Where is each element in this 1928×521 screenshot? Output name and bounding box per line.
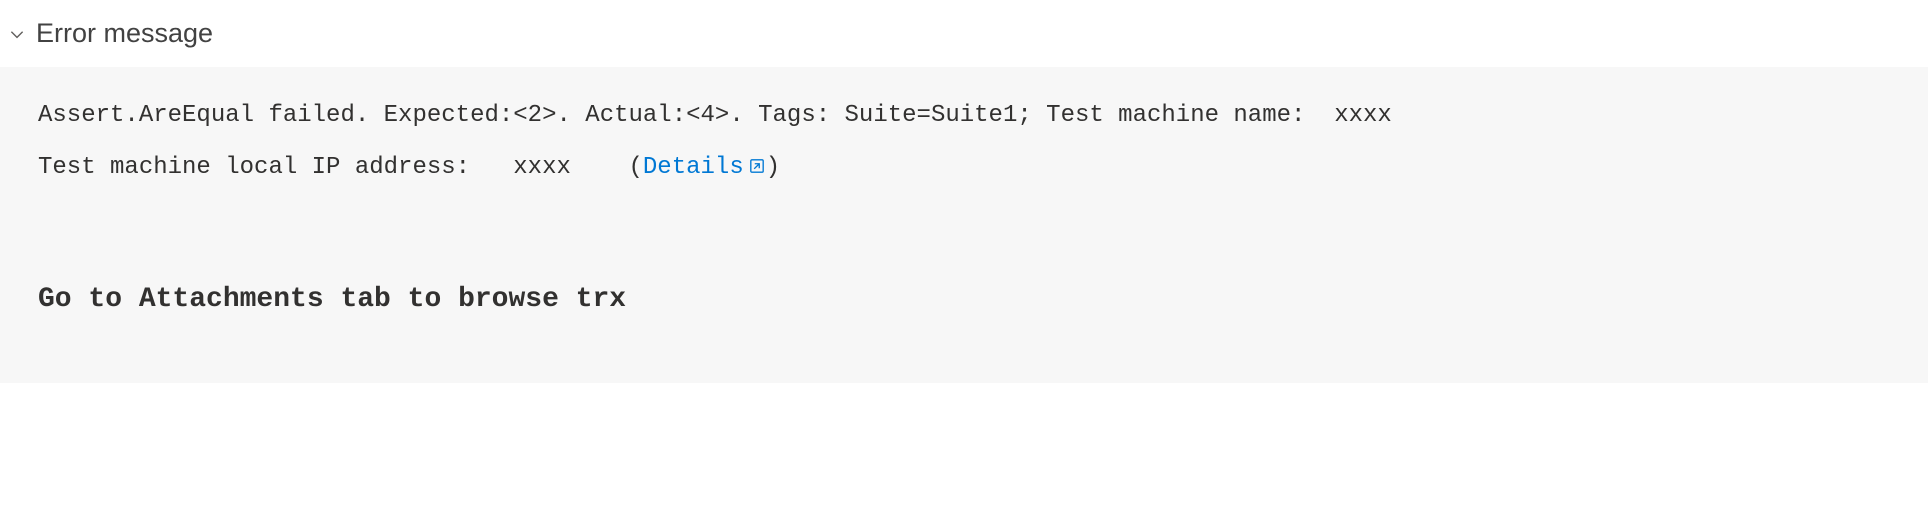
masked-value: xxxx: [1334, 102, 1392, 129]
error-text: Assert.AreEqual failed. Expected:<2>. Ac…: [38, 102, 1334, 129]
error-message-section-header[interactable]: Error message: [0, 0, 1928, 67]
chevron-down-icon: [8, 25, 26, 43]
details-link-label: Details: [643, 154, 744, 181]
error-text: Test machine local IP address:: [38, 154, 513, 181]
error-line-1: Assert.AreEqual failed. Expected:<2>. Ac…: [38, 97, 1890, 135]
attachments-hint: Go to Attachments tab to browse trx: [38, 278, 1890, 323]
error-line-2: Test machine local IP address: xxxx (Det…: [38, 149, 1890, 187]
error-message-body: Assert.AreEqual failed. Expected:<2>. Ac…: [0, 67, 1928, 383]
details-link[interactable]: (Details): [629, 154, 781, 181]
masked-value: xxxx: [513, 154, 571, 181]
external-link-icon: [748, 157, 766, 175]
section-title: Error message: [36, 18, 213, 49]
